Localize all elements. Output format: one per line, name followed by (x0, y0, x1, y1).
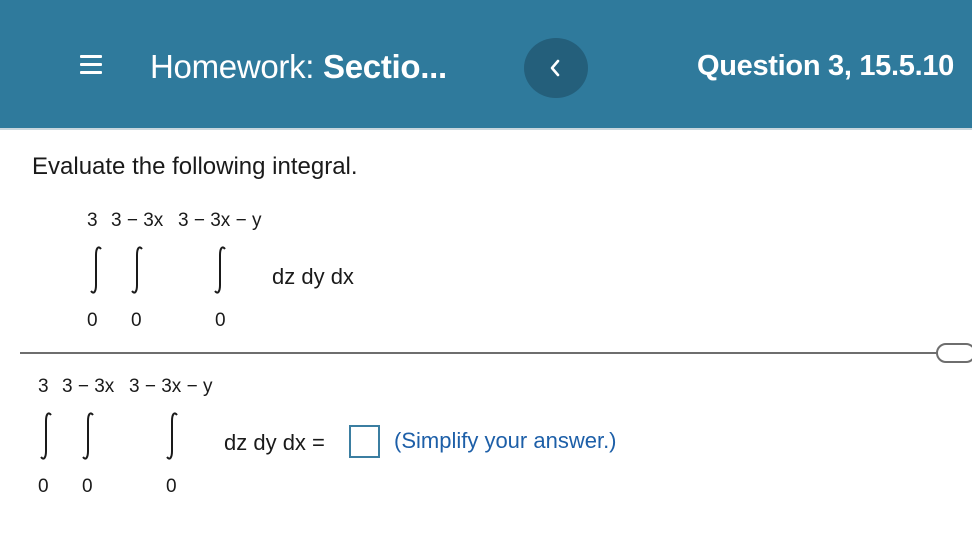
simplify-hint: (Simplify your answer.) (394, 428, 617, 453)
homework-title-prefix: Homework: (150, 48, 315, 85)
differentials-equals: dz dy dx = (224, 430, 325, 455)
integral-sign-icon (40, 412, 52, 460)
inner-upper-limit: 3 − 3x − y (129, 376, 213, 397)
divider-expand-handle[interactable] (936, 343, 972, 363)
integral-sign-icon (82, 412, 94, 460)
question-label: Question 3, 15.5.10 (696, 50, 954, 82)
outer-lower-limit: 0 (87, 310, 98, 331)
hamburger-menu-icon[interactable] (80, 55, 102, 75)
answer-input[interactable] (349, 425, 380, 458)
homework-title-section: Sectio... (323, 48, 447, 85)
homework-title: Homework: Sectio... (150, 48, 447, 86)
inner-upper-limit: 3 − 3x − y (178, 210, 262, 231)
integral-sign-icon (214, 246, 226, 294)
outer-lower-limit: 0 (38, 476, 49, 497)
middle-lower-limit: 0 (82, 476, 93, 497)
question-prompt: Evaluate the following integral. (32, 153, 358, 180)
integral-sign-icon (166, 412, 178, 460)
outer-upper-limit: 3 (87, 210, 98, 231)
middle-upper-limit: 3 − 3x (62, 376, 115, 397)
chevron-left-icon (550, 59, 560, 77)
differentials: dz dy dx (272, 264, 354, 289)
inner-lower-limit: 0 (215, 310, 226, 331)
back-button[interactable] (524, 38, 588, 98)
middle-lower-limit: 0 (131, 310, 142, 331)
outer-upper-limit: 3 (38, 376, 49, 397)
inner-lower-limit: 0 (166, 476, 177, 497)
integral-sign-icon (131, 246, 143, 294)
header-bar: Homework: Sectio... Question 3, 15.5.10 (0, 0, 972, 130)
section-divider (20, 352, 940, 354)
middle-upper-limit: 3 − 3x (111, 210, 164, 231)
integral-sign-icon (90, 246, 102, 294)
